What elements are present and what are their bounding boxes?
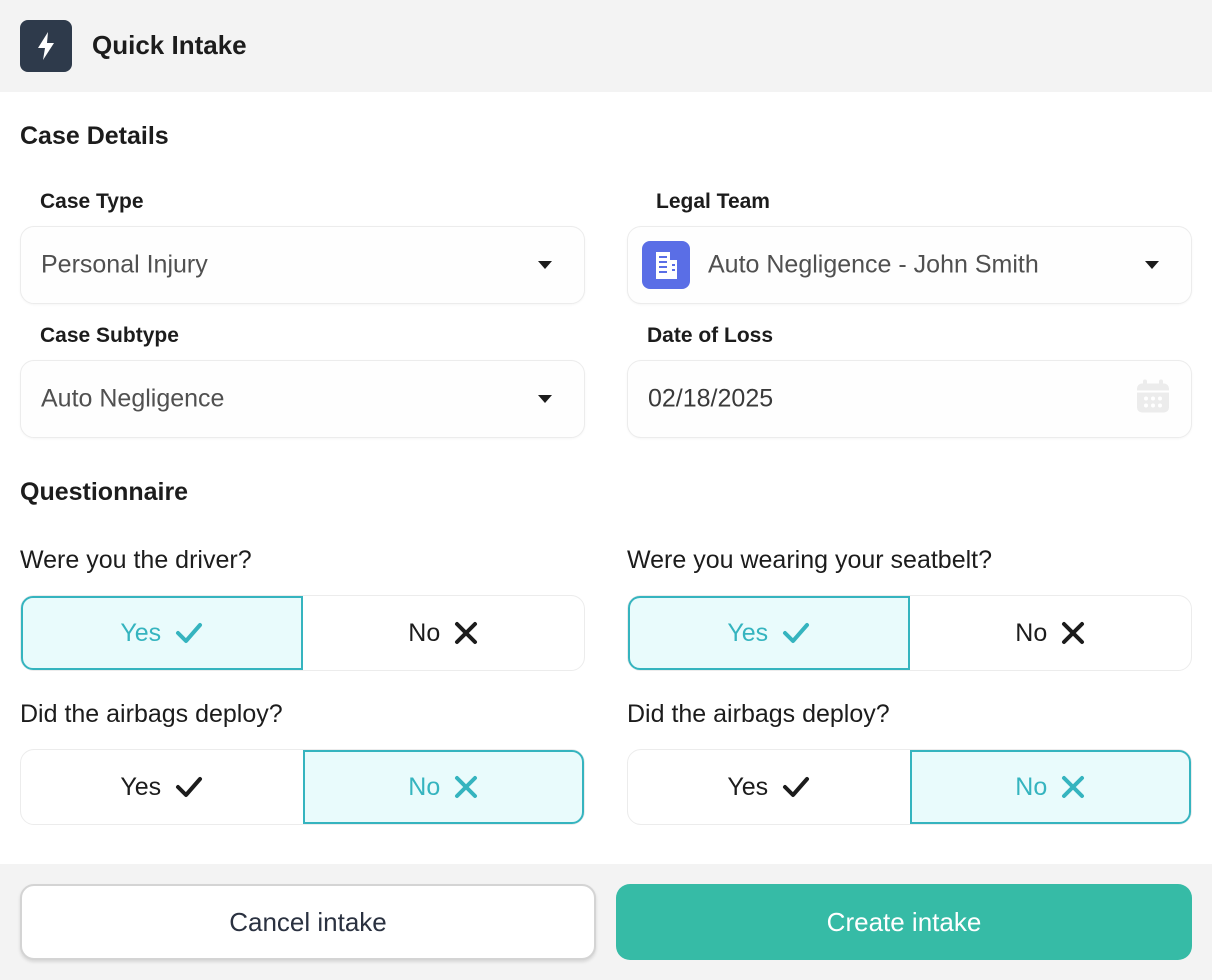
cancel-intake-button[interactable]: Cancel intake: [20, 884, 596, 960]
check-icon: [783, 777, 810, 797]
case-type-label: Case Type: [40, 190, 144, 213]
chevron-down-icon: [538, 395, 552, 403]
case-type-value: Personal Injury: [41, 250, 208, 279]
question-airbags: Did the airbags deploy?: [20, 700, 283, 728]
header-bar: Quick Intake: [0, 0, 1212, 92]
calendar-icon[interactable]: [1135, 379, 1171, 420]
close-icon: [1062, 776, 1085, 798]
yes-option[interactable]: Yes: [628, 750, 910, 824]
no-option[interactable]: No: [910, 596, 1192, 670]
question-seatbelt: Were you wearing your seatbelt?: [627, 546, 993, 574]
no-option[interactable]: No: [303, 596, 585, 670]
close-icon: [455, 776, 478, 798]
airbags-toggle: Yes No: [20, 749, 585, 825]
question-airbags-2: Did the airbags deploy?: [627, 700, 890, 728]
driver-toggle: Yes No: [20, 595, 585, 671]
case-subtype-label: Case Subtype: [40, 324, 179, 347]
logo: [20, 20, 72, 72]
no-label: No: [408, 618, 441, 647]
legal-team-select[interactable]: Auto Negligence - John Smith: [627, 226, 1192, 304]
question-driver: Were you the driver?: [20, 546, 252, 574]
date-of-loss-label: Date of Loss: [647, 324, 774, 347]
seatbelt-toggle: Yes No: [627, 595, 1192, 671]
bolt-icon: [38, 32, 54, 60]
check-icon: [176, 623, 203, 643]
yes-label: Yes: [727, 618, 769, 647]
no-label: No: [408, 772, 441, 801]
case-subtype-value: Auto Negligence: [41, 384, 225, 413]
questionnaire-title: Questionnaire: [20, 478, 189, 506]
yes-option[interactable]: Yes: [21, 596, 303, 670]
close-icon: [455, 622, 478, 644]
no-label: No: [1015, 772, 1048, 801]
case-subtype-select[interactable]: Auto Negligence: [20, 360, 585, 438]
date-of-loss-field[interactable]: 02/18/2025: [627, 360, 1192, 438]
case-details-title: Case Details: [20, 122, 169, 150]
airbags-toggle-2: Yes No: [627, 749, 1192, 825]
yes-option[interactable]: Yes: [628, 596, 910, 670]
yes-label: Yes: [120, 618, 162, 647]
yes-option[interactable]: Yes: [21, 750, 303, 824]
close-icon: [1062, 622, 1085, 644]
case-type-select[interactable]: Personal Injury: [20, 226, 585, 304]
legal-team-value: Auto Negligence - John Smith: [708, 250, 1039, 279]
building-icon: [642, 241, 690, 289]
chevron-down-icon: [538, 261, 552, 269]
no-option[interactable]: No: [302, 750, 584, 824]
no-option[interactable]: No: [909, 750, 1191, 824]
date-of-loss-value: 02/18/2025: [648, 384, 774, 413]
check-icon: [783, 623, 810, 643]
chevron-down-icon: [1145, 261, 1159, 269]
create-intake-button[interactable]: Create intake: [616, 884, 1192, 960]
page-title: Quick Intake: [92, 30, 247, 60]
legal-team-label: Legal Team: [656, 190, 770, 213]
no-label: No: [1015, 618, 1048, 647]
yes-label: Yes: [727, 772, 769, 801]
check-icon: [176, 777, 203, 797]
yes-label: Yes: [120, 772, 162, 801]
